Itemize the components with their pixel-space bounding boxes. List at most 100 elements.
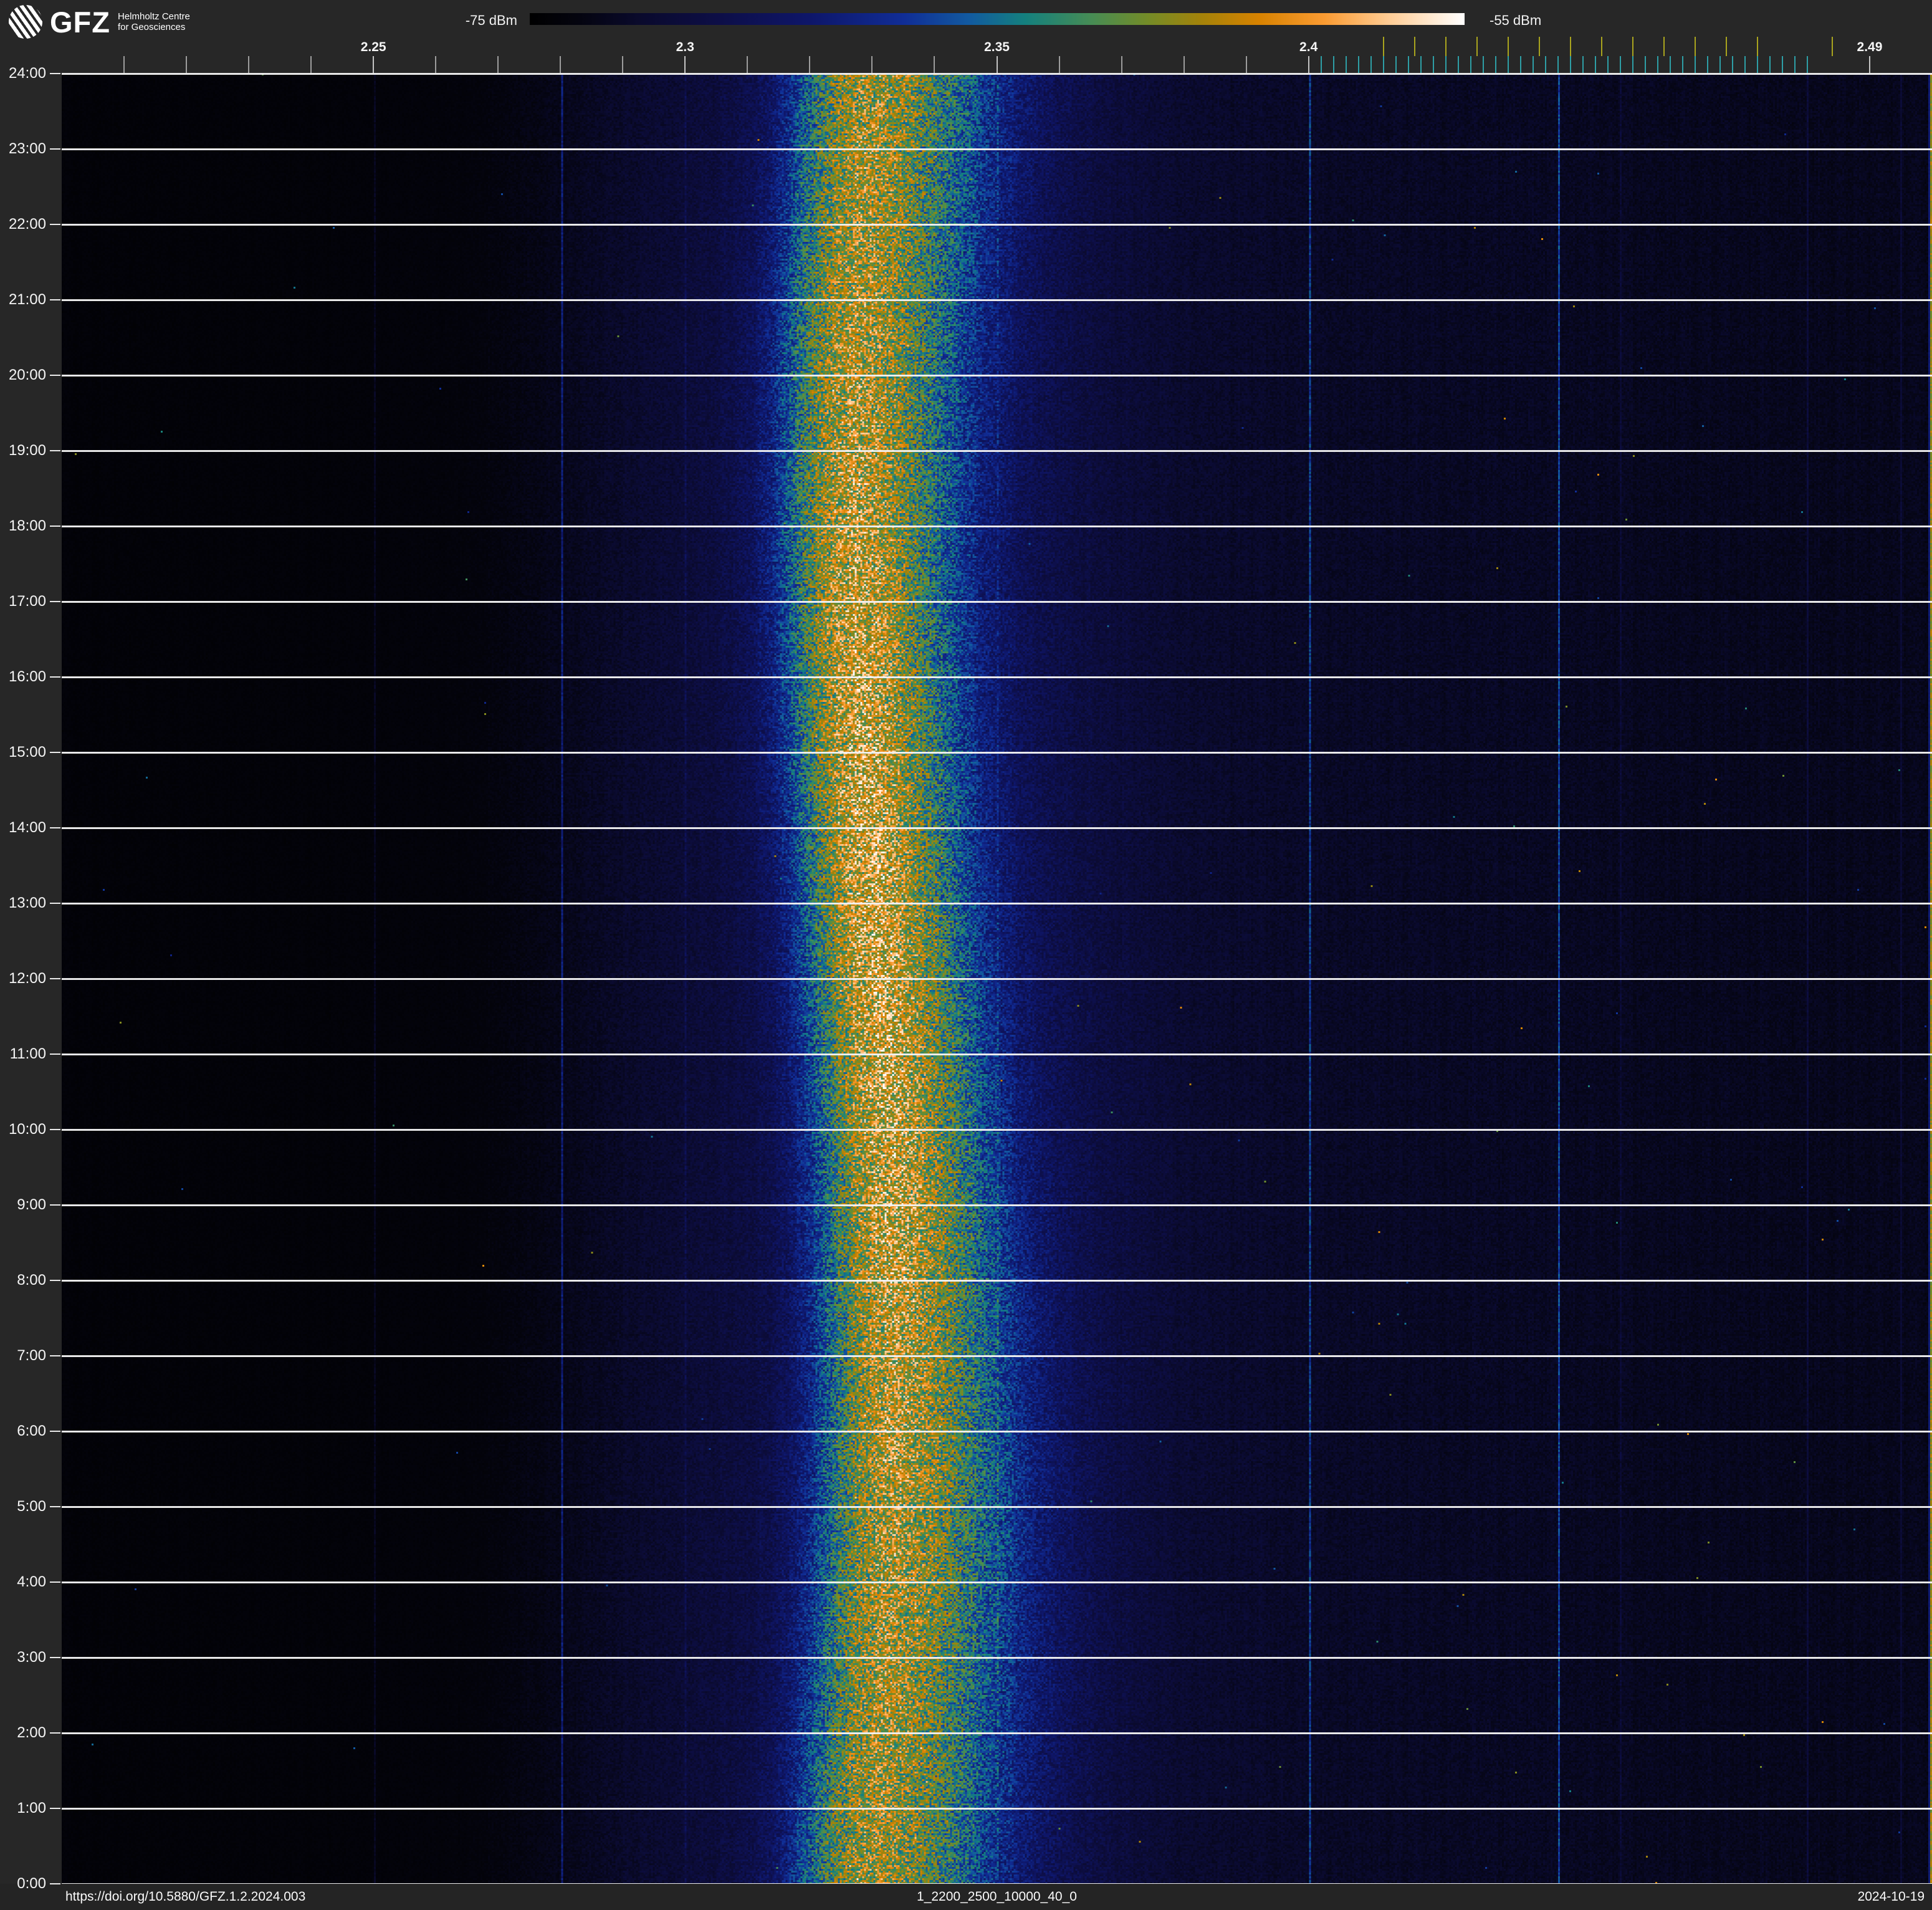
- hour-gridline: [62, 1808, 1932, 1810]
- hour-tick: [50, 752, 60, 753]
- ble-channel-tick: [1519, 56, 1521, 73]
- hour-label: 6:00: [17, 1423, 46, 1439]
- freq-minor-tick: [435, 56, 437, 74]
- ble-channel-tick: [1619, 56, 1621, 73]
- hour-gridline: [62, 601, 1932, 603]
- hour-label: 7:00: [17, 1347, 46, 1364]
- hour-tick: [50, 148, 60, 150]
- ble-channel-tick: [1494, 56, 1496, 73]
- hour-gridline: [62, 1129, 1932, 1131]
- hour-label: 16:00: [8, 668, 46, 685]
- freq-tick-label: 2.49: [1857, 40, 1883, 54]
- hour-tick: [50, 601, 60, 602]
- ble-channel-tick: [1607, 56, 1609, 73]
- ble-channel-tick: [1357, 56, 1359, 73]
- ble-channel-tick: [1594, 56, 1596, 73]
- ble-channel-tick: [1407, 56, 1409, 73]
- wifi-channel-tick: [1663, 37, 1665, 56]
- hour-tick: [50, 827, 60, 828]
- wifi-channel-tick: [1632, 37, 1633, 56]
- ble-channel-tick: [1482, 56, 1484, 73]
- hour-gridline: [62, 1657, 1932, 1659]
- wifi-channel-tick: [1507, 37, 1509, 56]
- wifi-channel-tick: [1382, 37, 1384, 56]
- header-bar: GFZ Helmholtz Centre for Geosciences -75…: [0, 0, 1932, 74]
- freq-minor-tick: [1058, 56, 1060, 74]
- hour-label: 13:00: [8, 895, 46, 911]
- hour-gridline: [62, 1732, 1932, 1734]
- wifi-channel-tick: [1831, 37, 1833, 56]
- hour-gridline: [62, 1506, 1932, 1508]
- freq-tick-label: 2.35: [984, 40, 1010, 54]
- hour-tick: [50, 375, 60, 376]
- freq-minor-tick: [560, 56, 562, 74]
- ble-channel-tick: [1544, 56, 1546, 73]
- freq-tick-label: 2.25: [360, 40, 386, 54]
- logo-subtitle-line1: Helmholtz Centre: [117, 11, 190, 22]
- hour-tick: [50, 1355, 60, 1356]
- ble-channel-tick: [1457, 56, 1459, 73]
- wifi-channel-tick: [1569, 37, 1571, 56]
- hour-tick: [50, 1129, 60, 1130]
- hour-label: 2:00: [17, 1724, 46, 1741]
- dataset-id-text: 1_2200_2500_10000_40_0: [917, 1889, 1077, 1904]
- hour-label: 14:00: [8, 819, 46, 836]
- hour-tick: [50, 1883, 60, 1884]
- hour-gridline: [62, 1204, 1932, 1206]
- hour-tick: [50, 299, 60, 300]
- ble-channel-tick: [1669, 56, 1671, 73]
- hour-tick: [50, 978, 60, 979]
- hour-tick: [50, 1280, 60, 1281]
- ble-channel-tick: [1794, 56, 1796, 73]
- ble-channel-tick: [1432, 56, 1434, 73]
- hour-label: 11:00: [9, 1045, 46, 1062]
- hour-label: 21:00: [8, 291, 46, 308]
- freq-minor-tick: [186, 56, 188, 74]
- hour-tick: [50, 525, 60, 527]
- wifi-channel-tick: [1756, 37, 1758, 56]
- logo-subtitle: Helmholtz Centre for Geosciences: [118, 11, 190, 32]
- freq-major-tick: [996, 56, 998, 74]
- ble-channel-tick: [1470, 56, 1471, 73]
- freq-minor-tick: [1183, 56, 1185, 74]
- hour-tick: [50, 1808, 60, 1809]
- hour-gridline: [62, 1355, 1932, 1357]
- freq-minor-tick: [809, 56, 811, 74]
- colorbar-max-label: -55 dBm: [1490, 12, 1542, 28]
- ble-channel-tick: [1395, 56, 1397, 73]
- hour-gridline: [62, 73, 1932, 75]
- hour-tick: [50, 224, 60, 225]
- hour-tick: [50, 1506, 60, 1507]
- ble-channel-tick: [1706, 56, 1708, 73]
- hour-label: 0:00: [17, 1875, 46, 1892]
- hour-label: 10:00: [8, 1121, 46, 1138]
- ble-channel-tick: [1582, 56, 1584, 73]
- hour-gridline: [62, 148, 1932, 150]
- hour-gridline: [62, 1431, 1932, 1432]
- spectrogram-page: GFZ Helmholtz Centre for Geosciences -75…: [0, 0, 1932, 1910]
- freq-minor-tick: [123, 56, 125, 74]
- hour-label: 24:00: [8, 65, 46, 82]
- hour-tick: [50, 1204, 60, 1206]
- hour-tick: [50, 450, 60, 451]
- freq-minor-tick: [497, 56, 499, 74]
- hour-label: 4:00: [17, 1573, 46, 1590]
- hour-label: 23:00: [8, 140, 46, 157]
- spectrogram-plot-area: [62, 73, 1932, 1885]
- ble-channel-tick: [1445, 56, 1447, 73]
- ble-channel-tick: [1806, 56, 1808, 73]
- gfz-globe-icon: [9, 5, 42, 39]
- ble-channel-tick: [1332, 56, 1334, 73]
- freq-minor-tick: [622, 56, 624, 74]
- wifi-channel-tick: [1538, 37, 1540, 56]
- freq-tick-label: 2.3: [676, 40, 694, 54]
- ble-channel-tick: [1532, 56, 1534, 73]
- hour-label: 22:00: [8, 216, 46, 233]
- logo-subtitle-line2: for Geosciences: [117, 22, 186, 32]
- hour-label: 1:00: [17, 1800, 46, 1816]
- ble-channel-tick: [1756, 56, 1758, 73]
- colorbar-min-label: -75 dBm: [465, 12, 517, 28]
- freq-minor-tick: [747, 56, 748, 74]
- ble-channel-tick: [1744, 56, 1746, 73]
- hour-gridline: [62, 299, 1932, 301]
